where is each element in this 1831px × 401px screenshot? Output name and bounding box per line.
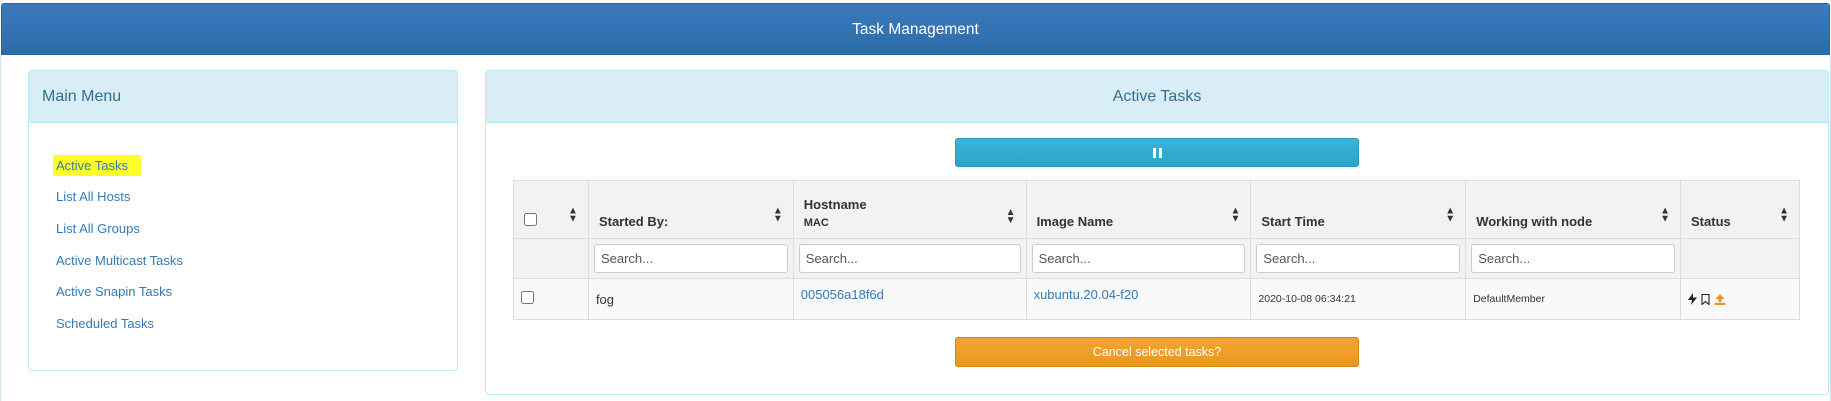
tasks-table: ▲ ▼ Started By: ▲ ▼ Hostname MAC ▲ ▼ Image … bbox=[513, 180, 1800, 320]
start-time-cell: 2020-10-08 06:34:21 bbox=[1250, 278, 1467, 320]
menu-item-active-tasks[interactable]: Active Tasks bbox=[53, 155, 142, 176]
sort-icon[interactable]: ▲ ▼ bbox=[1779, 206, 1789, 224]
select-all-checkbox[interactable] bbox=[524, 213, 537, 226]
active-tasks-panel: Active Tasks ▲ ▼ Started By: ▲ ▼ Hostname … bbox=[485, 70, 1829, 395]
page-title: Task Management bbox=[852, 21, 979, 38]
status-cell bbox=[1680, 278, 1800, 320]
main-menu-panel: Main Menu Active Tasks List All Hosts Li… bbox=[28, 70, 458, 371]
search-cell-empty bbox=[1680, 238, 1800, 279]
search-node-input[interactable] bbox=[1471, 244, 1676, 273]
started-by-cell: fog bbox=[587, 278, 794, 320]
app-header: Task Management bbox=[1, 3, 1830, 55]
page-border-left bbox=[0, 55, 1, 401]
status-header[interactable]: Status ▲ ▼ bbox=[1680, 180, 1800, 239]
sort-icon[interactable]: ▲ ▼ bbox=[568, 206, 578, 224]
menu-item-list-all-hosts[interactable]: List All Hosts bbox=[56, 187, 136, 206]
started-by-label: Started By: bbox=[598, 214, 669, 229]
status-label: Status bbox=[1691, 214, 1731, 229]
start-time-label: Start Time bbox=[1261, 214, 1325, 229]
node-cell: DefaultMember bbox=[1465, 278, 1682, 320]
cancel-selected-tasks-button[interactable]: Cancel selected tasks? bbox=[955, 337, 1359, 367]
main-menu-title: Main Menu bbox=[29, 71, 457, 123]
hostname-label: Hostname bbox=[803, 197, 867, 212]
bookmark-icon bbox=[1701, 293, 1710, 305]
active-tasks-title: Active Tasks bbox=[486, 71, 1828, 123]
menu-item-scheduled-tasks[interactable]: Scheduled Tasks bbox=[56, 314, 160, 333]
menu-item-active-multicast-tasks[interactable]: Active Multicast Tasks bbox=[56, 251, 189, 270]
started-by-header[interactable]: Started By: ▲ ▼ bbox=[587, 180, 794, 239]
sort-icon[interactable]: ▲ ▼ bbox=[1660, 206, 1670, 224]
menu-item-active-snapin-tasks[interactable]: Active Snapin Tasks bbox=[56, 282, 178, 301]
pause-button[interactable] bbox=[955, 138, 1359, 167]
search-hostname-input[interactable] bbox=[798, 244, 1021, 273]
image-name-header[interactable]: Image Name ▲ ▼ bbox=[1025, 180, 1252, 239]
row-select-checkbox[interactable] bbox=[521, 291, 534, 304]
sort-icon[interactable]: ▲ ▼ bbox=[1445, 206, 1455, 224]
node-label: Working with node bbox=[1476, 214, 1593, 229]
sort-icon[interactable]: ▲ ▼ bbox=[773, 206, 783, 224]
image-name-label: Image Name bbox=[1036, 214, 1114, 229]
image-name-link[interactable]: xubuntu.20.04-f20 bbox=[1034, 287, 1139, 302]
pause-icon bbox=[1152, 147, 1162, 158]
search-started-by-input[interactable] bbox=[593, 244, 788, 273]
hostname-link[interactable]: 005056a18f6d bbox=[801, 287, 884, 302]
search-image-name-input[interactable] bbox=[1031, 244, 1246, 273]
upload-icon bbox=[1714, 293, 1726, 305]
search-start-time-input[interactable] bbox=[1256, 244, 1461, 273]
sort-icon[interactable]: ▲ ▼ bbox=[1230, 206, 1240, 224]
select-all-header: ▲ ▼ bbox=[513, 180, 589, 239]
table-row: fog 005056a18f6d xubuntu.20.04-f20 2020-… bbox=[513, 278, 1800, 320]
mac-label: MAC bbox=[803, 217, 829, 229]
search-cell-empty bbox=[513, 238, 589, 279]
node-header[interactable]: Working with node ▲ ▼ bbox=[1465, 180, 1682, 239]
start-time-header[interactable]: Start Time ▲ ▼ bbox=[1250, 180, 1467, 239]
bolt-icon bbox=[1688, 293, 1698, 305]
menu-item-list-all-groups[interactable]: List All Groups bbox=[56, 219, 146, 238]
sort-icon[interactable]: ▲ ▼ bbox=[1006, 208, 1016, 226]
hostname-header[interactable]: Hostname MAC ▲ ▼ bbox=[792, 180, 1027, 239]
